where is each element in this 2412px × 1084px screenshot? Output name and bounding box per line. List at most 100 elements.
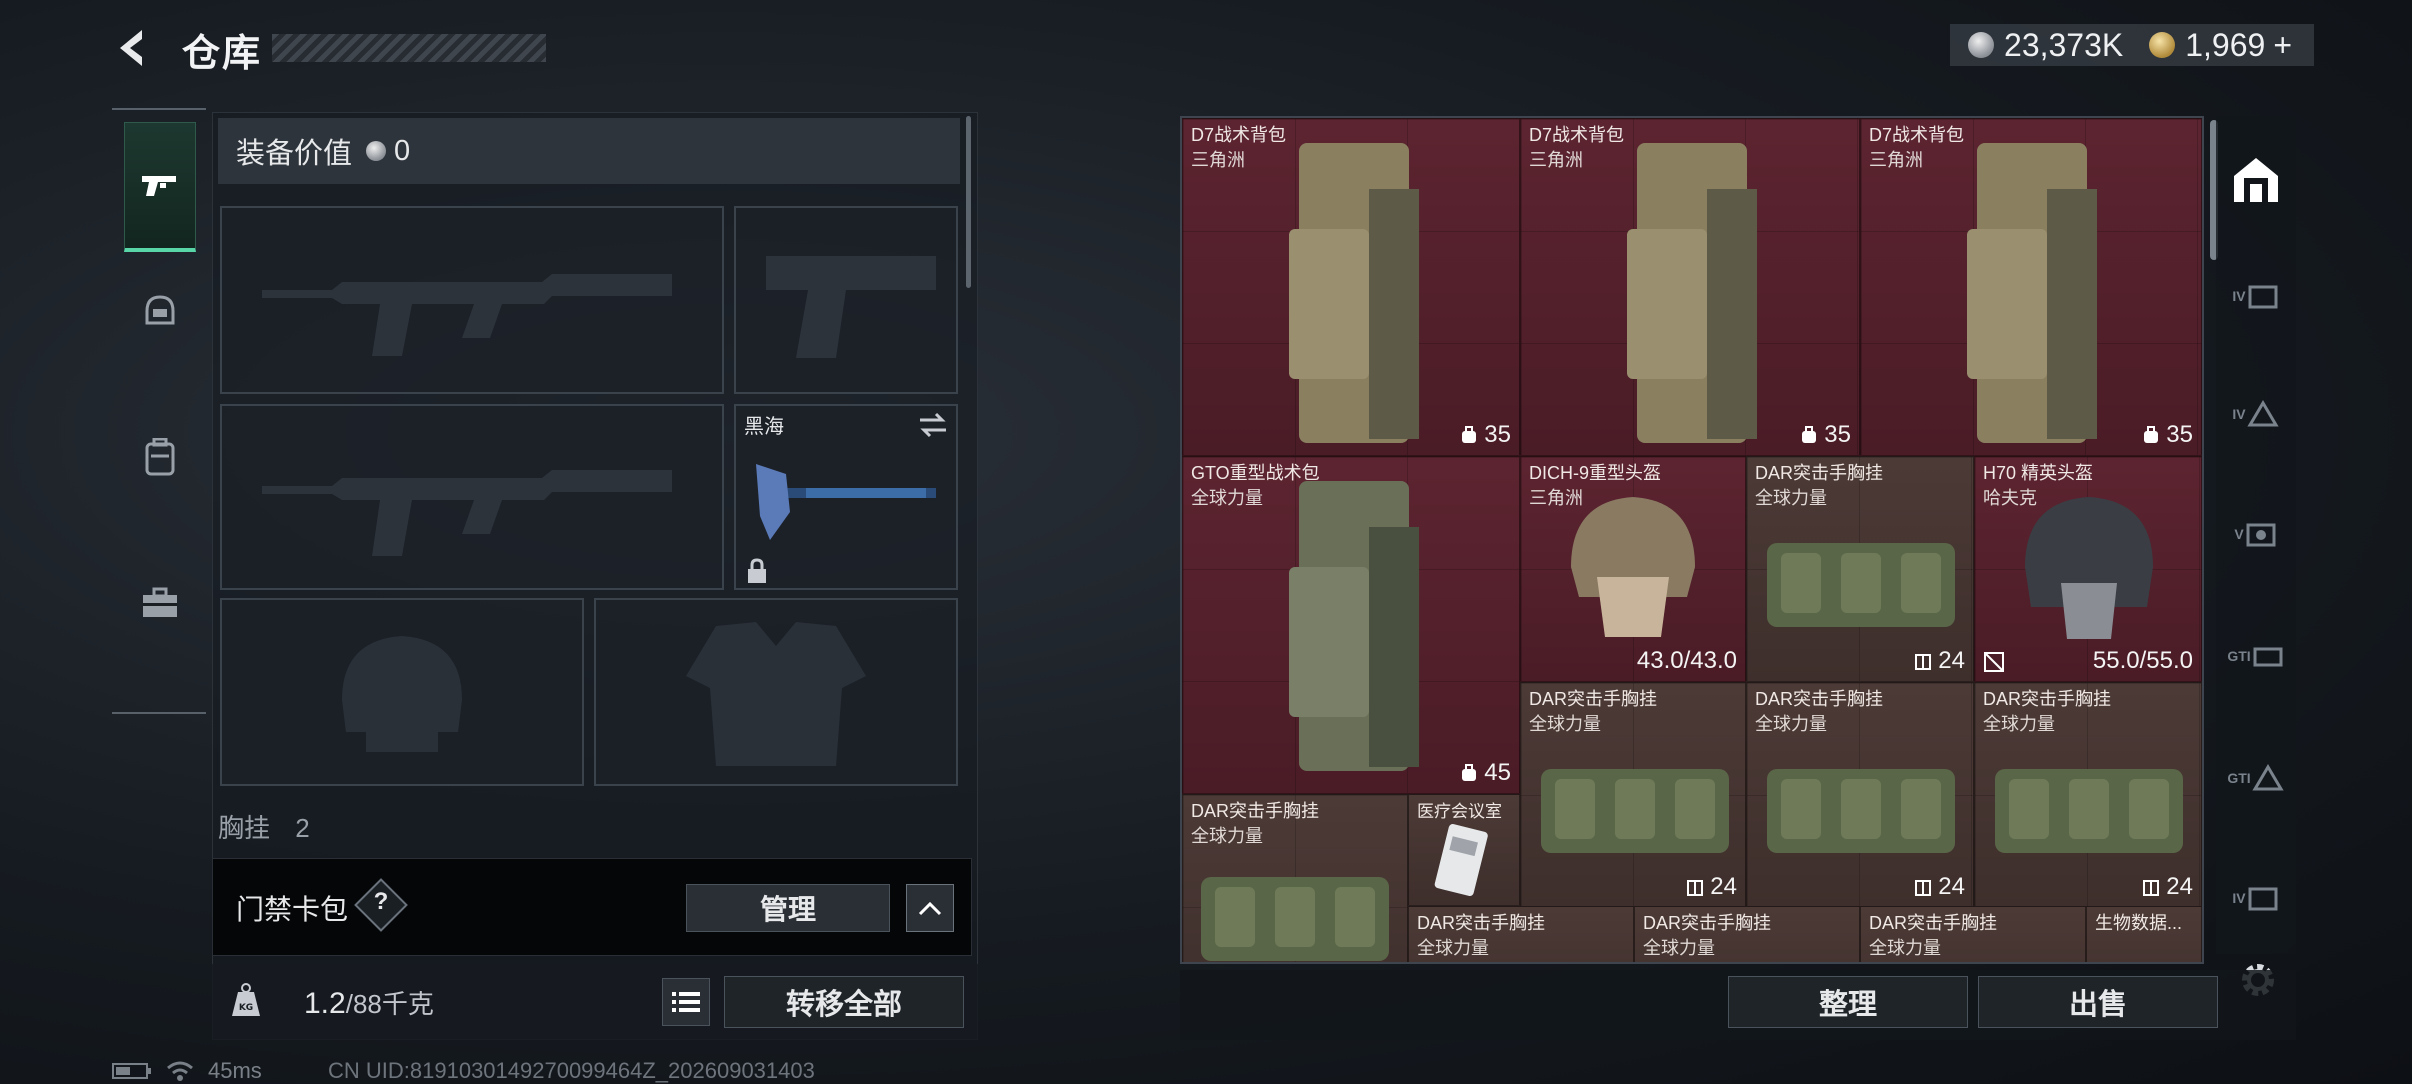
tab-backpack[interactable]	[124, 392, 196, 522]
item-name: DAR突击手胸挂	[1643, 913, 1772, 933]
collapse-button[interactable]	[906, 884, 954, 932]
filter-category[interactable]: V	[2226, 504, 2286, 564]
transfer-all-button[interactable]: 转移全部	[724, 976, 964, 1028]
battery-icon	[112, 1063, 151, 1079]
filter-category[interactable]: GTI	[2226, 626, 2286, 686]
item-name: DAR突击手胸挂	[1529, 689, 1658, 709]
primary-weapon-slot[interactable]	[220, 206, 724, 394]
back-icon[interactable]	[112, 26, 156, 70]
help-icon-glyph: ?	[373, 888, 389, 915]
filter-category[interactable]: IV	[2226, 868, 2286, 928]
svg-text:KG: KG	[239, 1003, 253, 1013]
backpack-tab-icon	[145, 438, 175, 476]
backpack-item-icon	[1289, 481, 1419, 771]
inventory-item[interactable]: D7战术背包 三角洲 35	[1860, 118, 2202, 456]
backpack-item-icon	[1967, 143, 2097, 443]
capacity-icon	[1462, 426, 1477, 443]
item-durability: 55.0/55.0	[2092, 647, 2193, 674]
tab-weapons[interactable]	[124, 122, 196, 252]
chest-rig-item-icon	[1541, 769, 1729, 853]
item-capacity: 35	[1800, 421, 1851, 449]
body-armor-slot[interactable]	[594, 598, 958, 786]
item-name: DAR突击手胸挂	[1417, 913, 1546, 933]
helmet-slot[interactable]	[220, 598, 584, 786]
rig-capacity-icon	[2143, 880, 2160, 896]
inventory-item[interactable]: D7战术背包 三角洲 35	[1520, 118, 1860, 456]
pistol-slot[interactable]	[734, 206, 958, 394]
rifle-silhouette-icon	[262, 274, 672, 356]
inventory-item[interactable]: DICH-9重型头盔 三角洲 43.0/43.0	[1520, 456, 1746, 682]
inventory-item[interactable]: D7战术背包 三角洲 35	[1182, 118, 1520, 456]
wifi-icon	[167, 1061, 193, 1081]
carry-weight: 1.2/88千克	[304, 984, 434, 1021]
filter-all[interactable]	[2226, 150, 2286, 210]
rig-capacity-icon	[1687, 880, 1704, 896]
category-icon	[2248, 285, 2278, 309]
chevron-up-icon	[918, 901, 942, 916]
sell-button[interactable]: 出售	[1978, 976, 2218, 1028]
silver-coin-icon	[366, 141, 387, 161]
category-icon	[2253, 647, 2283, 667]
category-icon	[2246, 523, 2276, 547]
category-icon	[2252, 764, 2284, 791]
inventory-item[interactable]: DAR突击手胸挂 全球力量 24	[1974, 682, 2202, 908]
chest-rig-item-icon	[1767, 769, 1955, 853]
capacity-icon	[1802, 426, 1817, 443]
inventory-item[interactable]: 医疗会议室	[1408, 794, 1520, 906]
inventory-item[interactable]: DAR突击手胸挂 全球力量 24	[1520, 682, 1746, 908]
item-subtitle: 全球力量	[1191, 826, 1263, 846]
item-name: DICH-9重型头盔	[1529, 463, 1662, 483]
page-title: 仓库	[182, 33, 263, 75]
category-icon	[2246, 400, 2279, 427]
inventory-item[interactable]: DAR突击手胸挂 全球力量	[1634, 906, 1860, 962]
filter-category[interactable]: IV	[2226, 384, 2286, 444]
tab-toolbox[interactable]	[124, 538, 196, 668]
sort-button[interactable]: 整理	[1728, 976, 1968, 1028]
ping-value: 45ms	[208, 1058, 262, 1083]
add-currency-button[interactable]: +	[2273, 27, 2292, 64]
item-subtitle: 三角洲	[1191, 150, 1245, 170]
item-name: DAR突击手胸挂	[1869, 913, 1998, 933]
list-icon	[672, 992, 700, 1012]
item-name: DAR突击手胸挂	[1755, 463, 1884, 483]
item-name: 生物数据...	[2095, 913, 2183, 933]
inventory-item[interactable]: DAR突击手胸挂 全球力量 24	[1746, 682, 1974, 908]
chest-rig-item-icon	[1201, 877, 1389, 961]
inventory-item[interactable]: DAR突击手胸挂 全球力量	[1408, 906, 1634, 962]
inventory-item[interactable]: GTO重型战术包 全球力量 45	[1182, 456, 1520, 794]
filter-category[interactable]: GTI	[2226, 748, 2286, 808]
inventory-item[interactable]: 生物数据...	[2086, 906, 2202, 962]
item-durability: 43.0/43.0	[1636, 647, 1737, 674]
pistol-silhouette-icon	[766, 256, 936, 358]
backpack-item-icon	[1289, 143, 1419, 443]
secondary-weapon-slot[interactable]	[220, 404, 724, 590]
warehouse-grid: D7战术背包 三角洲 35 D7战术背包 三角洲 35 D7战术背包 三角洲 3…	[1180, 116, 2204, 964]
item-capacity: 35	[2142, 421, 2193, 449]
melee-slot[interactable]: 黑海	[734, 404, 958, 590]
inventory-item[interactable]: DAR突击手胸挂 全球力量	[1182, 794, 1408, 962]
filter-category[interactable]: IV	[2226, 266, 2286, 326]
tab-armor[interactable]	[124, 246, 196, 376]
item-name: DAR突击手胸挂	[1191, 801, 1320, 821]
rig-capacity-icon	[1915, 654, 1932, 670]
inventory-item[interactable]: DAR突击手胸挂 全球力量 24	[1746, 456, 1974, 682]
keycard-item-icon	[1434, 824, 1488, 897]
user-uid: CN UID:8191030149270099464Z_202609031403	[328, 1058, 815, 1083]
item-capacity: 24	[1914, 647, 1965, 675]
inventory-item[interactable]: H70 精英头盔 哈夫克 55.0/55.0	[1974, 456, 2202, 682]
title-decoration	[272, 34, 546, 62]
list-view-button[interactable]	[662, 978, 710, 1026]
item-subtitle: 全球力量	[1417, 938, 1489, 958]
item-name: D7战术背包	[1529, 125, 1625, 145]
item-subtitle: 全球力量	[1869, 938, 1941, 958]
manage-button[interactable]: 管理	[686, 884, 890, 932]
item-subtitle: 全球力量	[1755, 714, 1827, 734]
no-repair-icon	[1984, 652, 2004, 672]
loadout-scrollbar[interactable]	[966, 116, 971, 288]
currency-display[interactable]: 23,373K 1,969 +	[1950, 24, 2314, 66]
inventory-item[interactable]: DAR突击手胸挂 全球力量	[1860, 906, 2086, 962]
equip-value-bar: 装备价值 0	[218, 118, 960, 184]
item-subtitle: 全球力量	[1755, 488, 1827, 508]
item-capacity: 35	[1460, 421, 1511, 449]
swap-icon[interactable]	[918, 412, 948, 438]
